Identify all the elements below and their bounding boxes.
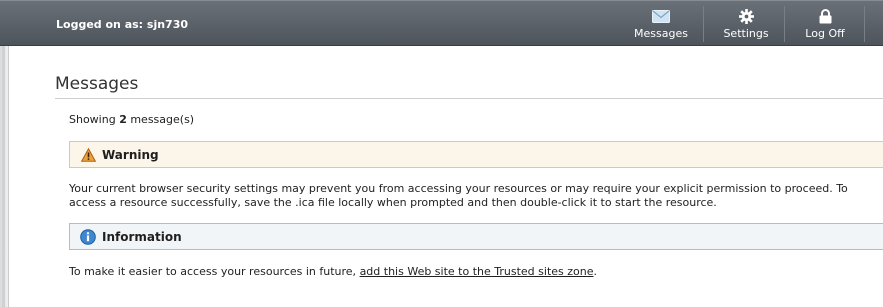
message-count-number: 2 bbox=[119, 113, 127, 126]
warning-triangle-icon bbox=[80, 147, 96, 163]
message-count-prefix: Showing bbox=[69, 113, 120, 126]
top-bar: Logged on as: sjn730 Messages Settings L… bbox=[0, 0, 883, 46]
lock-icon bbox=[819, 9, 832, 24]
left-frame-edge bbox=[0, 46, 9, 307]
nav-divider bbox=[784, 6, 785, 42]
settings-button[interactable]: Settings bbox=[718, 0, 774, 46]
title-divider bbox=[55, 98, 883, 99]
page-title: Messages bbox=[55, 74, 139, 94]
information-header: Information bbox=[69, 223, 883, 250]
trusted-sites-link[interactable]: add this Web site to the Trusted sites z… bbox=[360, 265, 594, 278]
messages-label: Messages bbox=[634, 27, 688, 40]
logoff-button[interactable]: Log Off bbox=[800, 0, 850, 46]
warning-text: Your current browser security settings m… bbox=[69, 182, 848, 209]
warning-title: Warning bbox=[102, 147, 159, 162]
info-circle-icon bbox=[80, 228, 96, 245]
logoff-label: Log Off bbox=[805, 27, 845, 40]
information-text: To make it easier to access your resourc… bbox=[69, 265, 881, 279]
logged-on-label: Logged on as: sjn730 bbox=[56, 18, 189, 31]
information-title: Information bbox=[102, 229, 182, 244]
messages-button[interactable]: Messages bbox=[631, 0, 691, 46]
message-count-suffix: message(s) bbox=[126, 113, 195, 126]
envelope-icon bbox=[652, 9, 670, 24]
nav-divider bbox=[703, 6, 704, 42]
gear-icon bbox=[738, 9, 754, 24]
information-text-suffix: . bbox=[593, 265, 598, 278]
settings-label: Settings bbox=[723, 27, 769, 40]
warning-header: Warning bbox=[69, 141, 883, 168]
information-text-prefix: To make it easier to access your resourc… bbox=[69, 265, 360, 278]
nav-divider bbox=[864, 6, 865, 42]
message-count: Showing 2 message(s) bbox=[69, 113, 194, 126]
